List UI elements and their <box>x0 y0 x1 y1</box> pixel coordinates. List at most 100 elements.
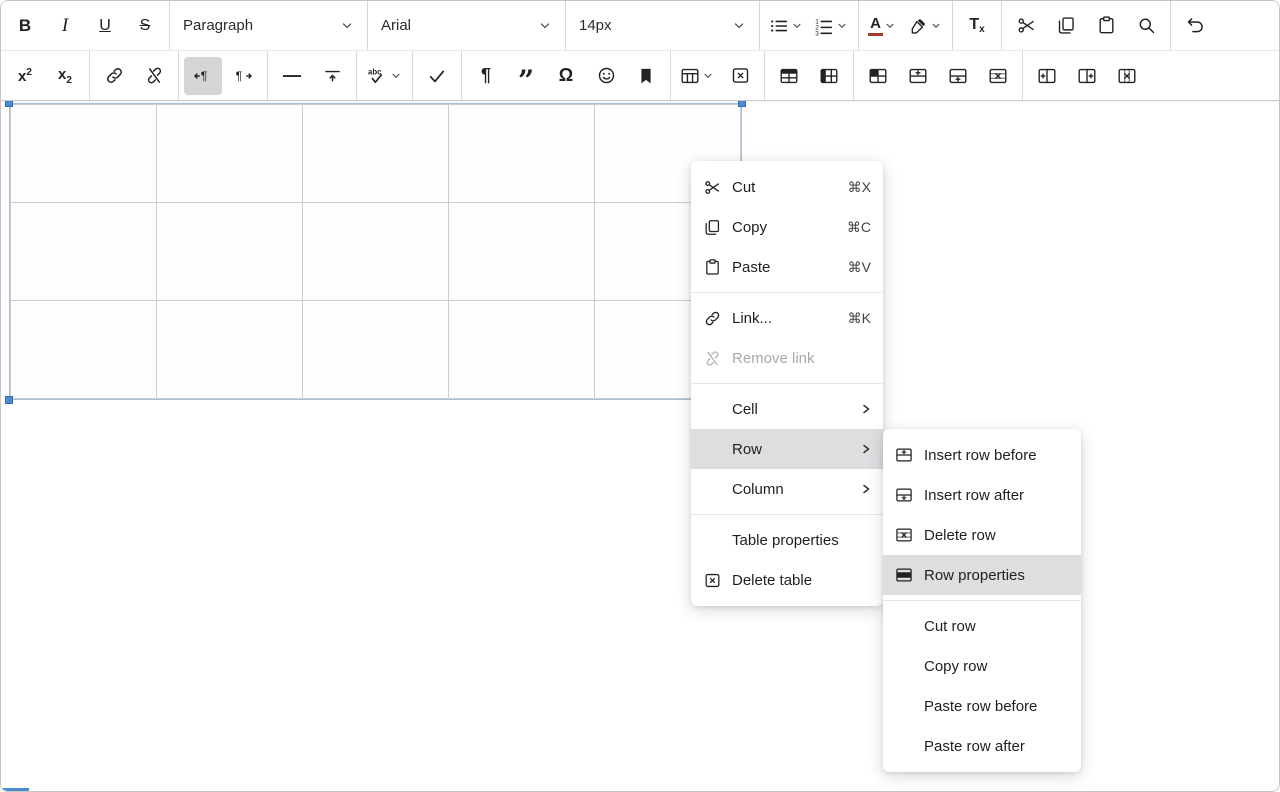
format-select[interactable]: Paragraph <box>170 1 367 50</box>
text-color-icon: A <box>868 16 883 36</box>
menu-item-paste[interactable]: Paste ⌘V <box>691 247 883 287</box>
font-family-select-value: Arial <box>381 17 411 34</box>
submenu-item-insert-row-before[interactable]: Insert row before <box>883 435 1081 475</box>
color-group: A <box>859 1 952 50</box>
table-cell[interactable] <box>449 203 595 301</box>
table-cell[interactable] <box>157 301 303 399</box>
submenu-item-delete-row[interactable]: Delete row <box>883 515 1081 555</box>
table-column-header-button[interactable] <box>810 57 848 95</box>
chevron-down-icon <box>733 20 745 32</box>
menu-item-label: Cell <box>732 401 851 418</box>
submenu-item-paste-row-before[interactable]: Paste row before <box>883 686 1081 726</box>
table-cell[interactable] <box>157 203 303 301</box>
table-resize-handle-bottom-left[interactable] <box>5 396 13 404</box>
undo-button[interactable] <box>1176 7 1214 45</box>
submenu-item-row-properties[interactable]: Row properties <box>883 555 1081 595</box>
copy-button[interactable] <box>1047 7 1085 45</box>
table-cell[interactable] <box>157 105 303 203</box>
clear-formatting-button[interactable]: Tx <box>958 7 996 45</box>
menu-item-shortcut: ⌘V <box>848 259 871 276</box>
emoji-button[interactable] <box>587 57 625 95</box>
table-cell-properties-icon <box>867 65 889 87</box>
delete-column-button[interactable] <box>1108 57 1146 95</box>
delete-row-button[interactable] <box>979 57 1017 95</box>
chevron-right-icon <box>861 484 871 494</box>
rtl-button[interactable]: ¶ <box>224 57 262 95</box>
blockquote-icon: ” <box>518 76 534 86</box>
copy-icon <box>701 216 723 238</box>
rich-text-editor: B I U S Paragraph Arial 14px <box>0 0 1280 792</box>
text-style-group: B I U S <box>1 1 169 50</box>
menu-item-link[interactable]: Link... ⌘K <box>691 298 883 338</box>
table-cell[interactable] <box>11 203 157 301</box>
bookmark-button[interactable] <box>627 57 665 95</box>
delete-table-button[interactable] <box>721 57 759 95</box>
menu-icon-placeholder <box>701 478 723 500</box>
delete-row-icon <box>893 524 915 546</box>
bullet-list-icon <box>768 15 790 37</box>
bullet-list-button[interactable] <box>765 7 808 45</box>
subscript-button[interactable]: x2 <box>46 57 84 95</box>
numbered-list-button[interactable]: 1 2 3 <box>810 7 853 45</box>
blockquote-button[interactable]: ” <box>507 57 545 95</box>
svg-text:¶: ¶ <box>236 69 243 83</box>
editor-canvas[interactable] <box>1 101 1279 791</box>
menu-item-row[interactable]: Row <box>691 429 883 469</box>
undo-group <box>1171 1 1219 50</box>
chevron-down-icon <box>792 21 802 31</box>
insert-link-button[interactable] <box>95 57 133 95</box>
menu-item-copy[interactable]: Copy ⌘C <box>691 207 883 247</box>
text-color-button[interactable]: A <box>864 7 902 45</box>
submenu-item-paste-row-after[interactable]: Paste row after <box>883 726 1081 766</box>
menu-item-delete-table[interactable]: Delete table <box>691 560 883 600</box>
submenu-item-cut-row[interactable]: Cut row <box>883 606 1081 646</box>
insert-row-before-button[interactable] <box>899 57 937 95</box>
clear-formatting-icon: Tx <box>969 16 984 35</box>
table-cell[interactable] <box>303 105 449 203</box>
menu-item-remove-link[interactable]: Remove link <box>691 338 883 378</box>
insert-table-button[interactable] <box>676 57 719 95</box>
superscript-button[interactable]: x2 <box>6 57 44 95</box>
table-cell[interactable] <box>303 203 449 301</box>
chevron-down-icon <box>391 71 401 81</box>
chevron-down-icon <box>885 21 895 31</box>
table-cell[interactable] <box>303 301 449 399</box>
table-row-header-button[interactable] <box>770 57 808 95</box>
menu-item-column[interactable]: Column <box>691 469 883 509</box>
remove-link-button[interactable] <box>135 57 173 95</box>
paragraph-marks-button[interactable]: ¶ <box>467 57 505 95</box>
strikethrough-button[interactable]: S <box>126 7 164 45</box>
spellcheck-button[interactable]: abc <box>362 57 407 95</box>
menu-divider <box>883 600 1081 601</box>
horizontal-rule-button[interactable]: — <box>273 57 311 95</box>
chevron-down-icon <box>341 20 353 32</box>
insert-row-after-button[interactable] <box>939 57 977 95</box>
menu-item-cell[interactable]: Cell <box>691 389 883 429</box>
submenu-item-copy-row[interactable]: Copy row <box>883 646 1081 686</box>
highlight-color-button[interactable] <box>904 7 947 45</box>
menu-item-cut[interactable]: Cut ⌘X <box>691 167 883 207</box>
underline-button[interactable]: U <box>86 7 124 45</box>
submenu-item-insert-row-after[interactable]: Insert row after <box>883 475 1081 515</box>
font-family-select[interactable]: Arial <box>368 1 565 50</box>
ltr-button[interactable]: ¶ <box>184 57 222 95</box>
font-size-select[interactable]: 14px <box>566 1 759 50</box>
paste-button[interactable] <box>1087 7 1125 45</box>
table-cell[interactable] <box>449 301 595 399</box>
insert-column-before-button[interactable] <box>1028 57 1066 95</box>
page-break-button[interactable] <box>313 57 351 95</box>
bold-button[interactable]: B <box>6 7 44 45</box>
menu-item-table-properties[interactable]: Table properties <box>691 520 883 560</box>
ltr-icon: ¶ <box>192 65 214 87</box>
insert-column-after-button[interactable] <box>1068 57 1106 95</box>
context-menu: Cut ⌘X Copy ⌘C Paste ⌘V Link... ⌘K Remov… <box>691 161 883 606</box>
search-button[interactable] <box>1127 7 1165 45</box>
checkmark-button[interactable] <box>418 57 456 95</box>
table-cell-properties-button[interactable] <box>859 57 897 95</box>
cut-button[interactable] <box>1007 7 1045 45</box>
table-cell[interactable] <box>449 105 595 203</box>
special-character-button[interactable]: Ω <box>547 57 585 95</box>
italic-button[interactable]: I <box>46 7 84 45</box>
table-cell[interactable] <box>11 301 157 399</box>
table-cell[interactable] <box>11 105 157 203</box>
